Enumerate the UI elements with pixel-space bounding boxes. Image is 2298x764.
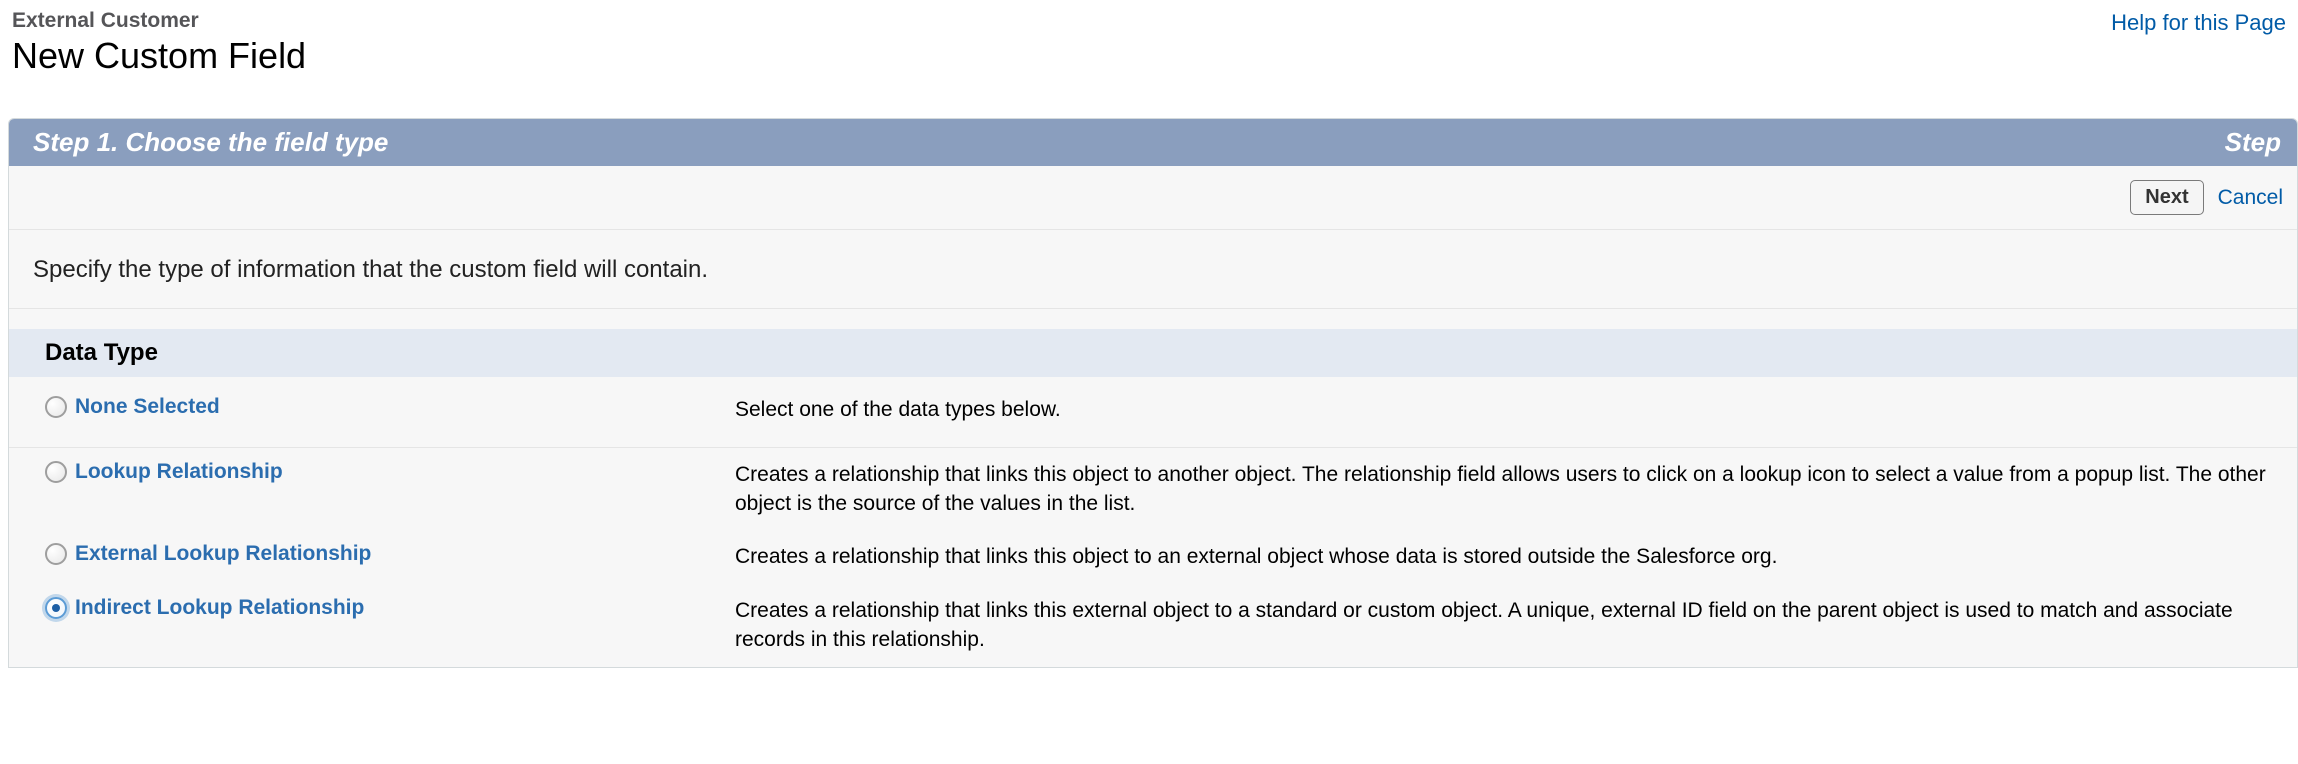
data-type-row-none: None Selected Select one of the data typ… xyxy=(9,377,2297,447)
data-type-description: Creates a relationship that links this e… xyxy=(735,596,2281,655)
wizard-step-header: Step 1. Choose the field type Step xyxy=(9,119,2297,166)
data-type-section-title: Data Type xyxy=(9,329,2297,377)
wizard-panel: Step 1. Choose the field type Step Next … xyxy=(8,118,2298,667)
page-title: New Custom Field xyxy=(12,33,306,78)
data-type-row-external-lookup: External Lookup Relationship Creates a r… xyxy=(9,530,2297,583)
step-indicator: Step xyxy=(2225,127,2281,158)
radio-cell: Lookup Relationship xyxy=(45,460,735,484)
radio-cell: None Selected xyxy=(45,395,735,419)
next-button[interactable]: Next xyxy=(2130,180,2203,215)
page-header: External Customer New Custom Field Help … xyxy=(0,0,2298,78)
data-type-description: Select one of the data types below. xyxy=(735,395,2281,424)
radio-indirect-lookup-relationship[interactable] xyxy=(45,597,67,619)
step-title: Step 1. Choose the field type xyxy=(33,127,388,158)
data-type-rows: None Selected Select one of the data typ… xyxy=(9,377,2297,666)
instruction-text: Specify the type of information that the… xyxy=(9,230,2297,309)
cancel-link[interactable]: Cancel xyxy=(2218,186,2283,210)
radio-lookup-relationship[interactable] xyxy=(45,461,67,483)
radio-cell: Indirect Lookup Relationship xyxy=(45,596,735,620)
radio-cell: External Lookup Relationship xyxy=(45,542,735,566)
radio-label[interactable]: External Lookup Relationship xyxy=(75,542,371,566)
data-type-description: Creates a relationship that links this o… xyxy=(735,460,2281,519)
radio-label[interactable]: None Selected xyxy=(75,395,220,419)
breadcrumb: External Customer xyxy=(12,8,306,33)
wizard-button-bar: Next Cancel xyxy=(9,166,2297,230)
radio-none-selected[interactable] xyxy=(45,396,67,418)
help-link[interactable]: Help for this Page xyxy=(2111,10,2286,36)
page-header-left: External Customer New Custom Field xyxy=(12,8,306,78)
data-type-row-indirect-lookup: Indirect Lookup Relationship Creates a r… xyxy=(9,584,2297,667)
radio-label[interactable]: Indirect Lookup Relationship xyxy=(75,596,364,620)
radio-external-lookup-relationship[interactable] xyxy=(45,543,67,565)
radio-label[interactable]: Lookup Relationship xyxy=(75,460,283,484)
data-type-row-lookup: Lookup Relationship Creates a relationsh… xyxy=(9,448,2297,531)
data-type-description: Creates a relationship that links this o… xyxy=(735,542,2281,571)
